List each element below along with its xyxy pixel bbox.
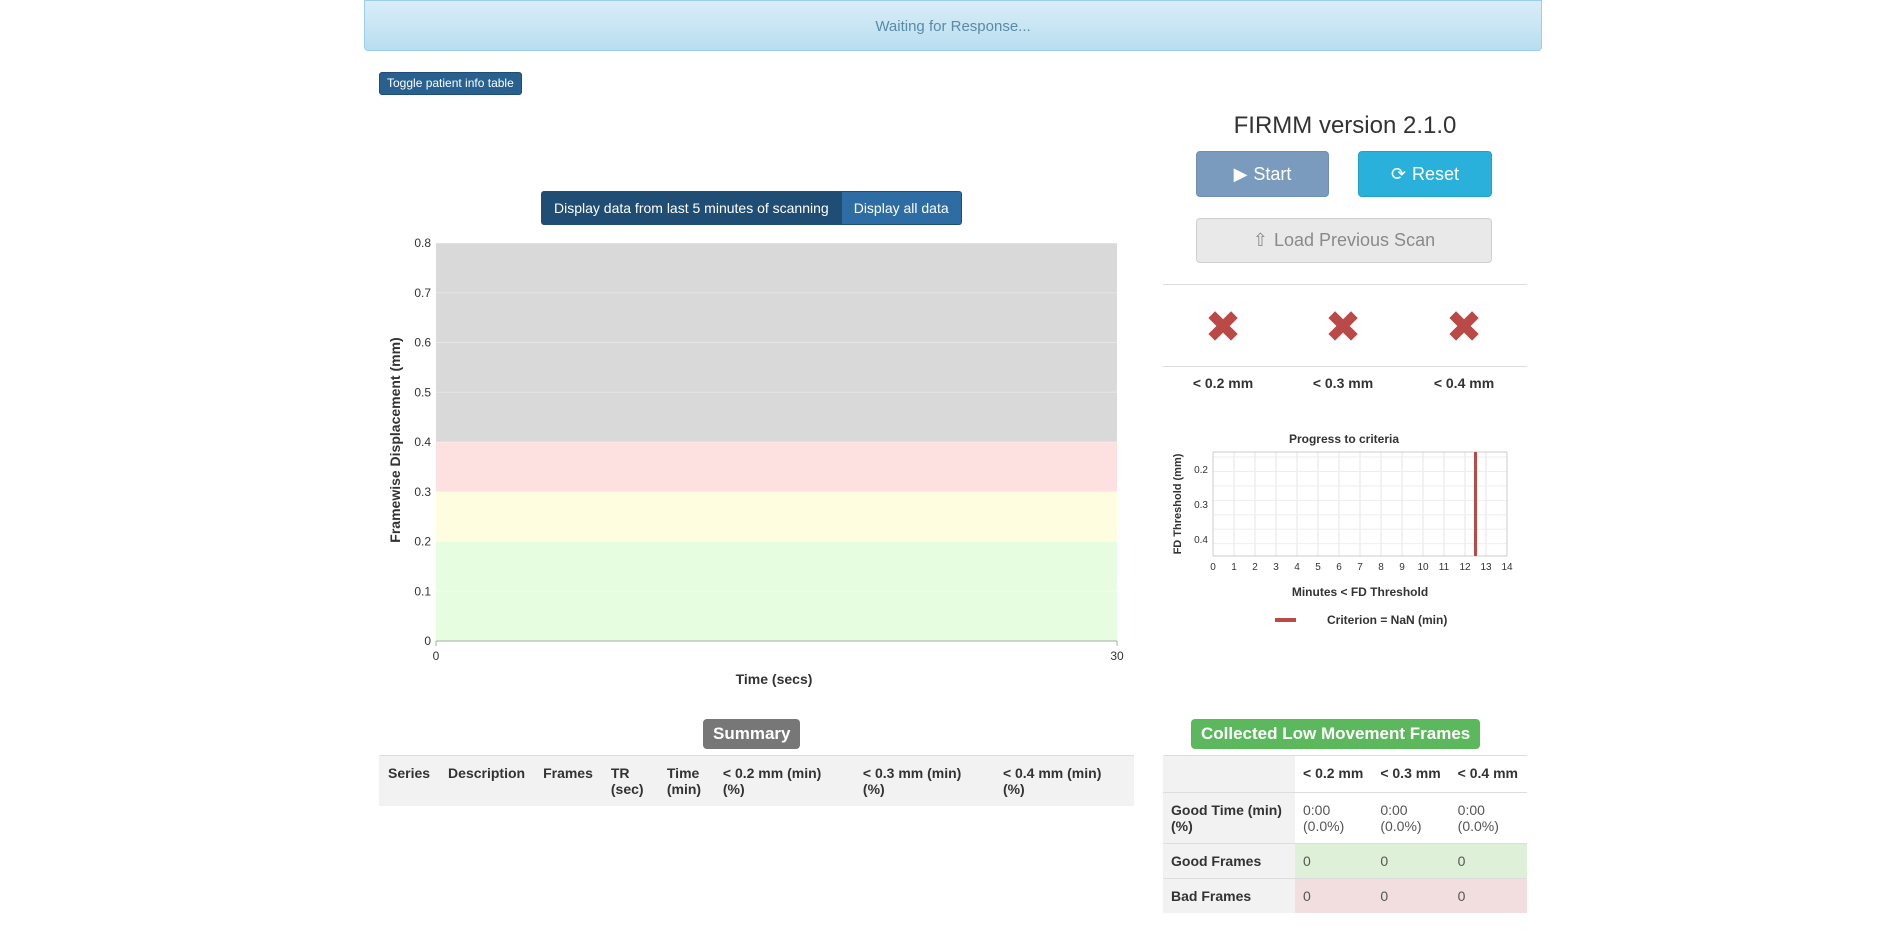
row-label: Good Time (min) (%) bbox=[1163, 792, 1295, 844]
progress-x-tick-label: 5 bbox=[1315, 562, 1321, 573]
fd-band bbox=[436, 442, 1117, 492]
progress-x-axis-label: Minutes < FD Threshold bbox=[1292, 585, 1428, 599]
col-03mm: < 0.3 mm bbox=[1372, 755, 1450, 793]
criterion-label: < 0.3 mm bbox=[1312, 375, 1374, 391]
x-icon: ✖ bbox=[1445, 303, 1483, 352]
col-02mm: < 0.2 mm bbox=[1295, 755, 1373, 793]
fd-y-tick-label: 0.2 bbox=[414, 535, 431, 549]
progress-x-tick-label: 10 bbox=[1417, 562, 1429, 573]
fd-y-tick-label: 0.8 bbox=[414, 236, 431, 250]
col-series: Series bbox=[379, 755, 440, 806]
cell: 0 bbox=[1449, 878, 1527, 913]
progress-x-tick-label: 7 bbox=[1357, 562, 1363, 573]
progress-x-tick-label: 11 bbox=[1439, 562, 1450, 573]
progress-x-tick-label: 0 bbox=[1210, 562, 1216, 573]
progress-y-tick-label: 0.2 bbox=[1194, 465, 1208, 476]
cell: 0:00 (0.0%) bbox=[1372, 792, 1450, 844]
col-description: Description bbox=[439, 755, 535, 806]
table-row: Good Time (min) (%) 0:00 (0.0%) 0:00 (0.… bbox=[1163, 792, 1527, 844]
app-title: FIRMM version 2.1.0 bbox=[1233, 112, 1457, 139]
progress-x-tick-label: 8 bbox=[1378, 562, 1384, 573]
progress-x-tick-label: 13 bbox=[1480, 562, 1492, 573]
last-5-minutes-button[interactable]: Display data from last 5 minutes of scan… bbox=[541, 191, 842, 225]
fd-x-axis-label: Time (secs) bbox=[736, 671, 813, 687]
corner-cell bbox=[1163, 755, 1295, 793]
progress-legend: Criterion = NaN (min) bbox=[1327, 613, 1447, 627]
cell: 0 bbox=[1372, 843, 1450, 879]
row-label: Good Frames bbox=[1163, 843, 1295, 879]
progress-x-tick-label: 9 bbox=[1399, 562, 1405, 573]
fd-y-tick-label: 0.6 bbox=[414, 336, 431, 350]
criterion-status-0.3: ✖ bbox=[1283, 300, 1403, 356]
collected-frames-title: Collected Low Movement Frames bbox=[1191, 719, 1481, 749]
load-previous-scan-button[interactable]: ⇧ Load Previous Scan bbox=[1196, 218, 1492, 263]
cell: 0 bbox=[1295, 878, 1373, 913]
progress-y-axis-label: FD Threshold (mm) bbox=[1172, 453, 1184, 554]
data-range-toggle: Display data from last 5 minutes of scan… bbox=[541, 191, 962, 225]
fd-y-axis-label: Framewise Displacement (mm) bbox=[387, 337, 403, 542]
fd-x-tick-label: 30 bbox=[1110, 649, 1124, 663]
fd-y-tick-label: 0.4 bbox=[414, 435, 431, 449]
divider bbox=[1163, 284, 1527, 285]
start-label: Start bbox=[1253, 164, 1292, 184]
legend-swatch bbox=[1275, 618, 1296, 622]
row-label: Bad Frames bbox=[1163, 878, 1295, 913]
refresh-icon: ⟳ bbox=[1390, 164, 1407, 184]
progress-y-tick-label: 0.3 bbox=[1194, 500, 1208, 511]
display-all-data-button[interactable]: Display all data bbox=[841, 191, 962, 225]
toggle-patient-info-button[interactable]: Toggle patient info table bbox=[379, 72, 522, 95]
progress-x-tick-label: 4 bbox=[1294, 562, 1300, 573]
summary-title: Summary bbox=[703, 719, 801, 749]
progress-x-tick-label: 14 bbox=[1501, 562, 1513, 573]
fd-y-tick-label: 0.5 bbox=[414, 385, 431, 399]
col-tr: TR (sec) bbox=[601, 755, 658, 806]
fd-y-tick-label: 0.7 bbox=[414, 286, 431, 300]
criterion-status-0.2: ✖ bbox=[1163, 300, 1283, 356]
fd-y-tick-label: 0 bbox=[424, 634, 431, 648]
cell: 0 bbox=[1372, 878, 1450, 913]
table-row: Bad Frames 0 0 0 bbox=[1163, 878, 1527, 913]
progress-x-tick-label: 1 bbox=[1231, 562, 1237, 573]
x-icon: ✖ bbox=[1204, 303, 1242, 352]
criterion-label: < 0.2 mm bbox=[1192, 375, 1254, 391]
col-time: Time (min) bbox=[657, 755, 714, 806]
load-label: Load Previous Scan bbox=[1273, 230, 1436, 250]
x-icon: ✖ bbox=[1324, 303, 1362, 352]
cell: 0 bbox=[1449, 843, 1527, 879]
progress-x-tick-label: 6 bbox=[1336, 562, 1342, 573]
cell: 0:00 (0.0%) bbox=[1449, 792, 1527, 844]
collected-frames-table: < 0.2 mm < 0.3 mm < 0.4 mm Good Time (mi… bbox=[1163, 755, 1527, 913]
fd-chart: 0 0.1 0.2 0.3 0.4 0.5 0.6 0.7 0.8 0 30 Framewise … bbox=[387, 236, 1124, 687]
progress-chart: Progress to criteria 0.20.30.4 012345678… bbox=[1172, 432, 1513, 627]
cell: 0 bbox=[1295, 843, 1373, 879]
criterion-status-0.4: ✖ bbox=[1404, 300, 1524, 356]
progress-x-tick-label: 12 bbox=[1459, 562, 1471, 573]
fd-band bbox=[436, 491, 1117, 542]
fd-y-tick-label: 0.1 bbox=[414, 584, 431, 598]
cell: 0:00 (0.0%) bbox=[1295, 792, 1373, 844]
criterion-label: < 0.4 mm bbox=[1433, 375, 1495, 391]
col-04mm: < 0.4 mm bbox=[1449, 755, 1527, 793]
summary-table: Series Description Frames TR (sec) Time … bbox=[379, 755, 1134, 806]
progress-chart-title: Progress to criteria bbox=[1289, 432, 1399, 446]
progress-x-tick-label: 2 bbox=[1252, 562, 1258, 573]
start-button[interactable]: ▶ Start bbox=[1196, 151, 1329, 197]
reset-button[interactable]: ⟳ Reset bbox=[1358, 151, 1492, 197]
upload-circle-icon: ⇧ bbox=[1252, 230, 1268, 250]
fd-y-tick-label: 0.3 bbox=[414, 485, 431, 499]
col-04mm: < 0.4 mm (min) (%) bbox=[993, 755, 1134, 806]
col-02mm: < 0.2 mm (min) (%) bbox=[713, 755, 854, 806]
col-frames: Frames bbox=[534, 755, 602, 806]
reset-label: Reset bbox=[1412, 164, 1460, 184]
progress-x-tick-label: 3 bbox=[1273, 562, 1279, 573]
status-banner: Waiting for Response... bbox=[364, 0, 1542, 51]
fd-x-tick-label: 0 bbox=[433, 649, 440, 663]
play-icon: ▶ bbox=[1233, 164, 1248, 184]
progress-y-tick-label: 0.4 bbox=[1194, 535, 1208, 546]
table-row: Good Frames 0 0 0 bbox=[1163, 843, 1527, 879]
col-03mm: < 0.3 mm (min) (%) bbox=[853, 755, 994, 806]
divider bbox=[1163, 366, 1527, 367]
